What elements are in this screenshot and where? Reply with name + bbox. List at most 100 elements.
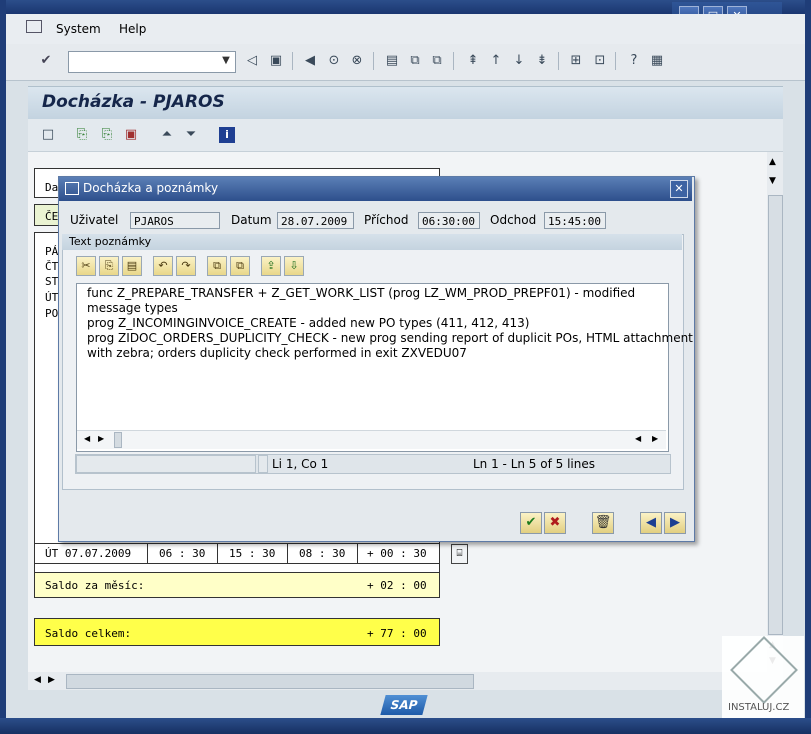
dialog-title: Docházka a poznámky: [83, 181, 219, 195]
new-document-icon[interactable]: □: [40, 127, 56, 143]
watermark-text: INSTALUJ.CZ: [728, 702, 790, 713]
move-top-icon[interactable]: ⏶: [159, 127, 175, 143]
scroll-right-icon[interactable]: ▶: [48, 675, 55, 685]
menu-bar: System Help: [6, 14, 805, 44]
redo-icon[interactable]: ↷: [176, 256, 196, 276]
note-line: prog Z_INCOMINGINVOICE_CREATE - added ne…: [87, 316, 530, 330]
layout-menu-icon[interactable]: ▦: [649, 53, 665, 69]
exit-icon[interactable]: ⊙: [326, 53, 342, 69]
menu-icon[interactable]: [26, 20, 42, 33]
separator: [615, 52, 616, 70]
paste-icon[interactable]: ⎘: [99, 127, 115, 143]
paste-icon[interactable]: ▤: [122, 256, 142, 276]
separator: [558, 52, 559, 70]
next-button[interactable]: ▶: [664, 512, 686, 534]
arrival-field[interactable]: 06:30:00: [418, 212, 480, 229]
find-next-icon[interactable]: ⧉: [429, 53, 445, 69]
row-date: ÚT 07.07.2009: [45, 547, 132, 560]
new-session-icon[interactable]: ⊞: [568, 53, 584, 69]
menu-help[interactable]: Help: [119, 22, 146, 36]
saldo-month-value: + 02 : 00: [367, 579, 427, 592]
info-icon[interactable]: i: [219, 127, 235, 143]
row-departure: 15 : 30: [229, 547, 276, 560]
saldo-month-row: Saldo za měsíc: + 02 : 00: [34, 572, 440, 598]
dialog-close-button[interactable]: ✕: [670, 180, 688, 198]
last-page-icon[interactable]: ⇟: [534, 53, 550, 69]
next-page-icon[interactable]: ↓: [511, 53, 527, 69]
date-field[interactable]: 28.07.2009: [277, 212, 354, 229]
command-dropdown-icon[interactable]: ▼: [218, 52, 234, 70]
departure-field[interactable]: 15:45:00: [544, 212, 606, 229]
note-line: func Z_PREPARE_TRANSFER + Z_GET_WORK_LIS…: [87, 286, 636, 300]
note-group-title: Text poznámky: [69, 235, 152, 248]
row-day: ST: [45, 275, 59, 288]
scroll-left-icon[interactable]: ◀: [84, 434, 90, 443]
scroll-right-icon[interactable]: ▶: [652, 434, 658, 443]
window-frame-left: [0, 0, 6, 734]
find-replace-icon[interactable]: ⧉: [230, 256, 250, 276]
save-document-icon[interactable]: ▣: [123, 127, 139, 143]
row-day: ČT: [45, 260, 59, 273]
window-frame-right: [805, 0, 811, 734]
scroll-left-icon[interactable]: ◀: [635, 434, 641, 443]
status-lines: Ln 1 - Ln 5 of 5 lines: [473, 457, 595, 471]
enter-icon[interactable]: ✔: [38, 53, 54, 69]
scroll-up-icon[interactable]: ▼: [769, 176, 776, 186]
find-icon[interactable]: ⧉: [407, 53, 423, 69]
saldo-total-row: Saldo celkem: + 77 : 00: [34, 618, 440, 646]
move-bottom-icon[interactable]: ⏷: [183, 127, 199, 143]
previous-page-icon[interactable]: ↑: [488, 53, 504, 69]
cut-icon[interactable]: ✂: [76, 256, 96, 276]
scroll-left-icon[interactable]: ◀: [34, 675, 41, 685]
undo-icon[interactable]: ↶: [153, 256, 173, 276]
edit-note-icon[interactable]: ⌸: [451, 544, 468, 564]
previous-button[interactable]: ◀: [640, 512, 662, 534]
find-icon[interactable]: ⧉: [207, 256, 227, 276]
shortcut-icon[interactable]: ⊡: [592, 53, 608, 69]
row-day: PÁ: [45, 245, 59, 258]
copy-icon[interactable]: ⎘: [99, 256, 119, 276]
status-position: Li 1, Co 1: [272, 457, 329, 471]
user-field[interactable]: PJAROS: [130, 212, 220, 229]
row-day: ÚT: [45, 291, 59, 304]
header-cell: Da: [45, 181, 59, 194]
delete-button[interactable]: 🗑: [592, 512, 614, 534]
note-group-header: [62, 234, 682, 250]
back-triangle-icon[interactable]: ◁: [244, 53, 260, 69]
row-day: ČE: [45, 210, 59, 223]
separator: [373, 52, 374, 70]
menu-system[interactable]: System: [56, 22, 101, 36]
editor-hscrollbar[interactable]: [77, 430, 666, 449]
page-title: Docházka - PJAROS: [42, 92, 225, 112]
command-field[interactable]: [68, 51, 236, 73]
scroll-up-icon[interactable]: ▲: [769, 157, 776, 167]
print-icon[interactable]: ▤: [384, 53, 400, 69]
first-page-icon[interactable]: ⇞: [465, 53, 481, 69]
row-day: PO: [45, 307, 59, 320]
scroll-right-icon[interactable]: ▶: [98, 434, 104, 443]
sap-logo: SAP: [380, 695, 428, 715]
note-line: message types: [87, 301, 178, 315]
cell-divider: [147, 544, 148, 563]
table-row[interactable]: ÚT 07.07.2009 06 : 30 15 : 30 08 : 30 + …: [34, 543, 440, 564]
row-arrival: 06 : 30: [159, 547, 206, 560]
back-icon[interactable]: ◀: [302, 53, 318, 69]
confirm-button[interactable]: ✔: [520, 512, 542, 534]
save-icon[interactable]: ▣: [268, 53, 284, 69]
editor-scroll-thumb[interactable]: [114, 432, 122, 448]
saldo-month-label: Saldo za měsíc:: [45, 579, 145, 592]
horizontal-scroll-thumb[interactable]: [66, 674, 474, 689]
separator: [453, 52, 454, 70]
cancel-icon[interactable]: ⊗: [349, 53, 365, 69]
row-worked: 08 : 30: [299, 547, 346, 560]
vertical-scroll-thumb[interactable]: [768, 195, 783, 635]
dialog-menu-icon[interactable]: [65, 182, 79, 195]
load-file-icon[interactable]: ⇪: [261, 256, 281, 276]
note-line: with zebra; orders duplicity check perfo…: [87, 346, 467, 360]
departure-label: Odchod: [490, 213, 537, 227]
save-file-icon[interactable]: ⇩: [284, 256, 304, 276]
saldo-total-value: + 77 : 00: [367, 627, 427, 640]
cancel-button[interactable]: ✖: [544, 512, 566, 534]
copy-icon[interactable]: ⎘: [74, 127, 90, 143]
help-icon[interactable]: ?: [626, 53, 642, 69]
